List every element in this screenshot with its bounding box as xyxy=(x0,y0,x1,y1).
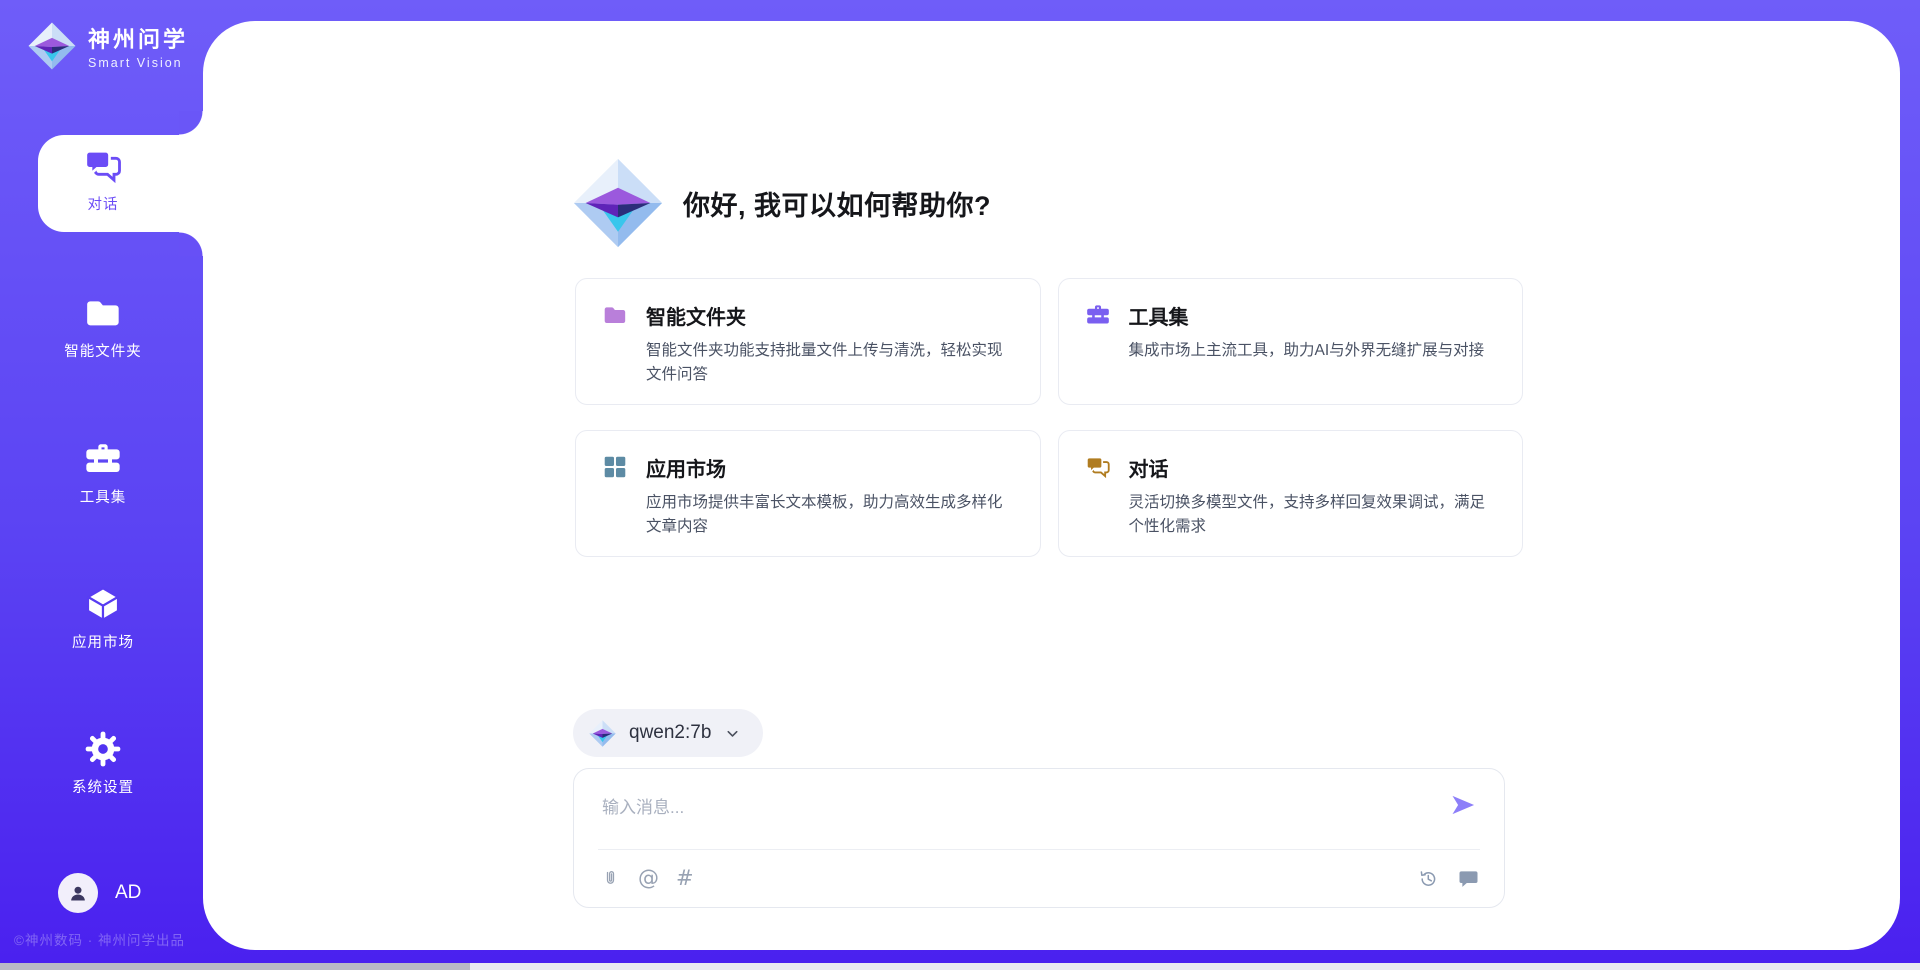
sidebar-item-label: 系统设置 xyxy=(72,776,134,797)
card-title: 对话 xyxy=(1129,453,1495,482)
new-chat-button[interactable] xyxy=(1457,867,1480,890)
sidebar-item-settings[interactable]: 系统设置 xyxy=(0,729,206,797)
card-description: 应用市场提供丰富长文本模板，助力高效生成多样化文章内容 xyxy=(646,491,1012,538)
avatar xyxy=(58,873,98,913)
topic-button[interactable]: # xyxy=(676,868,694,889)
message-input[interactable] xyxy=(602,787,1422,829)
horizontal-scrollbar[interactable] xyxy=(0,963,1920,970)
greeting-text: 你好, 我可以如何帮助你? xyxy=(683,184,991,223)
user-badge[interactable]: AD xyxy=(58,873,141,913)
feature-card-app-market[interactable]: 应用市场 应用市场提供丰富长文本模板，助力高效生成多样化文章内容 xyxy=(575,430,1041,557)
brand-name: 神州问学 xyxy=(88,22,188,54)
send-button[interactable] xyxy=(1448,791,1478,821)
chat-bubbles-icon xyxy=(1085,454,1111,556)
paperclip-icon xyxy=(600,868,621,889)
active-tab-curve-top xyxy=(179,111,203,135)
history-button[interactable] xyxy=(1416,867,1439,890)
person-icon xyxy=(66,881,90,905)
feature-card-chat[interactable]: 对话 灵活切换多模型文件，支持多样回复效果调试，满足个性化需求 xyxy=(1058,430,1524,557)
briefcase-icon xyxy=(1085,302,1111,404)
sidebar-item-chat[interactable]: 对话 xyxy=(0,146,206,214)
card-title: 工具集 xyxy=(1129,301,1485,330)
assistant-logo-icon xyxy=(573,158,663,248)
card-title: 智能文件夹 xyxy=(646,301,1012,330)
brand: 神州问学 Smart Vision xyxy=(28,22,188,70)
brand-logo-icon xyxy=(28,22,76,70)
folder-icon xyxy=(602,302,628,404)
gear-icon xyxy=(83,729,123,769)
sidebar-item-label: 应用市场 xyxy=(72,631,134,652)
sidebar-footer: ©神州数码 · 神州问学出品 xyxy=(14,929,185,949)
composer-toolbar: @ # xyxy=(600,850,1480,907)
sidebar-item-app-market[interactable]: 应用市场 xyxy=(0,584,206,652)
sidebar-item-label: 智能文件夹 xyxy=(64,340,142,361)
model-selector[interactable]: qwen2:7b xyxy=(573,709,763,757)
history-clock-icon xyxy=(1416,867,1439,890)
attach-button[interactable] xyxy=(600,868,621,889)
scrollbar-thumb[interactable] xyxy=(0,963,470,970)
card-description: 智能文件夹功能支持批量文件上传与清洗，轻松实现文件问答 xyxy=(646,339,1012,386)
chat-bubble-icon xyxy=(1457,867,1480,890)
hash-icon: # xyxy=(676,868,694,889)
chat-bubbles-icon xyxy=(83,146,123,186)
user-initials: AD xyxy=(115,882,141,904)
card-title: 应用市场 xyxy=(646,453,1012,482)
feature-card-smart-folder[interactable]: 智能文件夹 智能文件夹功能支持批量文件上传与清洗，轻松实现文件问答 xyxy=(575,278,1041,405)
chevron-down-icon xyxy=(724,725,741,742)
sidebar-item-label: 对话 xyxy=(88,193,119,214)
card-description: 集成市场上主流工具，助力AI与外界无缝扩展与对接 xyxy=(1129,339,1485,363)
model-logo-icon xyxy=(589,720,616,747)
card-description: 灵活切换多模型文件，支持多样回复效果调试，满足个性化需求 xyxy=(1129,491,1495,538)
send-icon xyxy=(1449,791,1477,819)
grid-icon xyxy=(602,454,628,556)
folder-icon xyxy=(83,293,123,333)
sidebar-item-label: 工具集 xyxy=(80,486,127,507)
greeting: 你好, 我可以如何帮助你? xyxy=(573,158,991,248)
mention-button[interactable]: @ xyxy=(638,868,659,889)
sidebar-item-toolset[interactable]: 工具集 xyxy=(0,439,206,507)
at-icon: @ xyxy=(638,868,659,889)
model-name: qwen2:7b xyxy=(629,722,711,744)
cube-icon xyxy=(83,584,123,624)
composer: @ # xyxy=(573,768,1505,908)
active-tab-curve-bottom xyxy=(179,232,203,256)
brand-subtitle: Smart Vision xyxy=(88,56,188,70)
app-root: 神州问学 Smart Vision 对话 智能文件夹 工具集 应用市场 系统设置… xyxy=(0,0,1920,970)
feature-cards: 智能文件夹 智能文件夹功能支持批量文件上传与清洗，轻松实现文件问答 工具集 集成… xyxy=(575,278,1523,557)
toolbox-icon xyxy=(83,439,123,479)
feature-card-toolset[interactable]: 工具集 集成市场上主流工具，助力AI与外界无缝扩展与对接 xyxy=(1058,278,1524,405)
sidebar-item-smart-folder[interactable]: 智能文件夹 xyxy=(0,293,206,361)
